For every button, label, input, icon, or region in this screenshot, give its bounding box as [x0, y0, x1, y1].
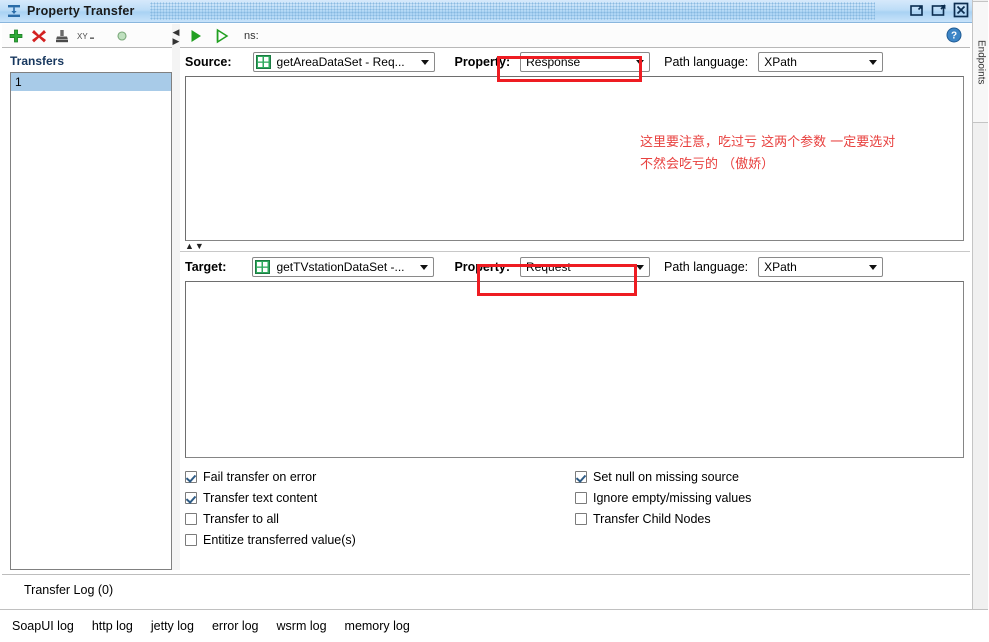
target-row: Target: getTVstationDataSet -... Propert…	[180, 253, 970, 281]
source-property-label: Property:	[454, 55, 511, 69]
panel-splitter-vertical[interactable]	[172, 24, 180, 570]
option-label: Ignore empty/missing values	[593, 490, 752, 505]
add-transfer-icon[interactable]	[8, 28, 24, 44]
transfers-panel: XY Transfers 1	[2, 24, 178, 570]
restore-down-button[interactable]	[909, 2, 925, 18]
close-button[interactable]	[953, 2, 969, 18]
svg-text:?: ?	[951, 31, 957, 42]
status-indicator-icon[interactable]	[114, 28, 130, 44]
checkbox-icon[interactable]	[185, 512, 197, 525]
annotation-note-line2: 不然会吃亏的 （傲娇）	[640, 157, 775, 172]
option-entitize-transferred-values[interactable]: Entitize transferred value(s)	[185, 529, 356, 550]
transfers-list[interactable]: 1	[10, 72, 172, 570]
namespace-label: ns:	[244, 29, 259, 42]
sidebar-item-endpoints[interactable]: Endpoints	[973, 1, 989, 123]
source-property-dropdown[interactable]: Response	[520, 52, 651, 72]
source-path-language-dropdown[interactable]: XPath	[758, 52, 884, 72]
source-step-dropdown[interactable]: getAreaDataSet - Req...	[252, 52, 435, 72]
help-icon[interactable]: ?	[946, 27, 962, 43]
run-transfer-icon[interactable]	[188, 28, 204, 44]
chevron-down-icon	[869, 265, 878, 270]
transfer-toolbar: ns: ?	[180, 24, 970, 48]
transfer-options-right: Set null on missing source Ignore empty/…	[575, 466, 751, 529]
transfers-toolbar: XY	[2, 24, 178, 48]
option-label: Fail transfer on error	[203, 469, 317, 484]
tab-soapui-log[interactable]: SoapUI log	[12, 619, 74, 633]
tab-jetty-log[interactable]: jetty log	[151, 619, 194, 633]
option-label: Set null on missing source	[593, 469, 739, 484]
target-step-dropdown[interactable]: getTVstationDataSet -...	[252, 257, 435, 277]
option-fail-transfer-on-error[interactable]: Fail transfer on error	[185, 466, 356, 487]
xml-step-icon	[255, 55, 271, 69]
checkbox-icon[interactable]	[185, 491, 197, 504]
checkbox-icon[interactable]	[575, 470, 587, 483]
target-label: Target:	[185, 260, 227, 274]
declare-namespace-icon[interactable]	[54, 28, 70, 44]
tab-error-log[interactable]: error log	[212, 619, 259, 633]
chevron-down-icon	[636, 60, 645, 65]
checkbox-icon[interactable]	[185, 533, 197, 546]
titlebar-texture	[150, 2, 875, 20]
target-path-language-dropdown[interactable]: XPath	[758, 257, 884, 277]
transfer-log-label: Transfer Log (0)	[24, 583, 114, 597]
target-property-value: Request	[526, 260, 571, 274]
option-transfer-child-nodes[interactable]: Transfer Child Nodes	[575, 508, 751, 529]
transfers-header: Transfers	[10, 54, 65, 68]
checkbox-icon[interactable]	[575, 491, 587, 504]
target-path-language-value: XPath	[764, 260, 797, 274]
target-path-editor[interactable]	[185, 281, 964, 458]
sidebar-item-label: Endpoints	[975, 39, 987, 85]
target-property-dropdown[interactable]: Request	[520, 257, 651, 277]
chevron-down-icon	[869, 60, 878, 65]
source-property-value: Response	[526, 55, 581, 69]
option-label: Transfer text content	[203, 490, 318, 505]
xy-icon[interactable]: XY	[77, 28, 95, 44]
target-step-value: getTVstationDataSet -...	[276, 260, 405, 274]
window-titlebar: Property Transfer	[0, 0, 973, 23]
chevron-down-icon	[420, 60, 429, 65]
right-side-strip: Endpoints	[972, 0, 989, 609]
chevron-down-icon	[420, 265, 429, 270]
source-step-value: getAreaDataSet - Req...	[276, 55, 405, 69]
annotation-note-line1: 这里要注意，吃过亏 这两个参数 一定要选对	[640, 135, 896, 150]
panel-splitter-horizontal[interactable]: ▲▼	[180, 241, 970, 253]
checkbox-icon[interactable]	[575, 512, 587, 525]
splitter-arrows-horizontal[interactable]: ▲▼	[185, 241, 205, 251]
source-row: Source: getAreaDataSet - Req... Property…	[180, 48, 970, 76]
annotation-note: 这里要注意，吃过亏 这两个参数 一定要选对 不然会吃亏的 （傲娇）	[640, 132, 895, 176]
chevron-down-icon	[636, 265, 645, 270]
svg-text:XY: XY	[77, 32, 88, 41]
tab-wsrm-log[interactable]: wsrm log	[277, 619, 327, 633]
window-title: Property Transfer	[27, 4, 135, 18]
source-path-language-value: XPath	[764, 55, 797, 69]
log-tabs: SoapUI log http log jetty log error log …	[0, 609, 989, 642]
list-item[interactable]: 1	[11, 73, 171, 91]
transfer-detail-panel: ns: ? Source: getAreaDataSet - Req... Pr…	[180, 24, 970, 570]
tab-http-log[interactable]: http log	[92, 619, 133, 633]
option-transfer-text-content[interactable]: Transfer text content	[185, 487, 356, 508]
option-label: Entitize transferred value(s)	[203, 532, 356, 547]
property-transfer-window: Property Transfer XY Transfers 1 ◀ ▶ ns:…	[0, 0, 989, 642]
xml-step-icon	[255, 260, 271, 274]
option-label: Transfer to all	[203, 511, 279, 526]
target-path-language-label: Path language:	[664, 260, 749, 274]
checkbox-icon[interactable]	[185, 470, 197, 483]
splitter-arrows-vertical[interactable]: ◀ ▶	[172, 28, 180, 48]
window-controls	[909, 2, 969, 18]
source-path-language-label: Path language:	[664, 55, 749, 69]
transfer-options-left: Fail transfer on error Transfer text con…	[185, 466, 356, 550]
source-label: Source:	[185, 55, 232, 69]
option-set-null-on-missing-source[interactable]: Set null on missing source	[575, 466, 751, 487]
property-transfer-icon	[6, 3, 22, 19]
transfer-options: Fail transfer on error Transfer text con…	[180, 466, 970, 547]
option-transfer-to-all[interactable]: Transfer to all	[185, 508, 356, 529]
run-all-transfers-icon[interactable]	[214, 28, 230, 44]
option-label: Transfer Child Nodes	[593, 511, 711, 526]
target-property-label: Property:	[454, 260, 511, 274]
remove-transfer-icon[interactable]	[31, 28, 47, 44]
maximize-button[interactable]	[931, 2, 947, 18]
option-ignore-empty-missing-values[interactable]: Ignore empty/missing values	[575, 487, 751, 508]
transfer-log-bar[interactable]: Transfer Log (0)	[2, 574, 970, 605]
tab-memory-log[interactable]: memory log	[345, 619, 410, 633]
